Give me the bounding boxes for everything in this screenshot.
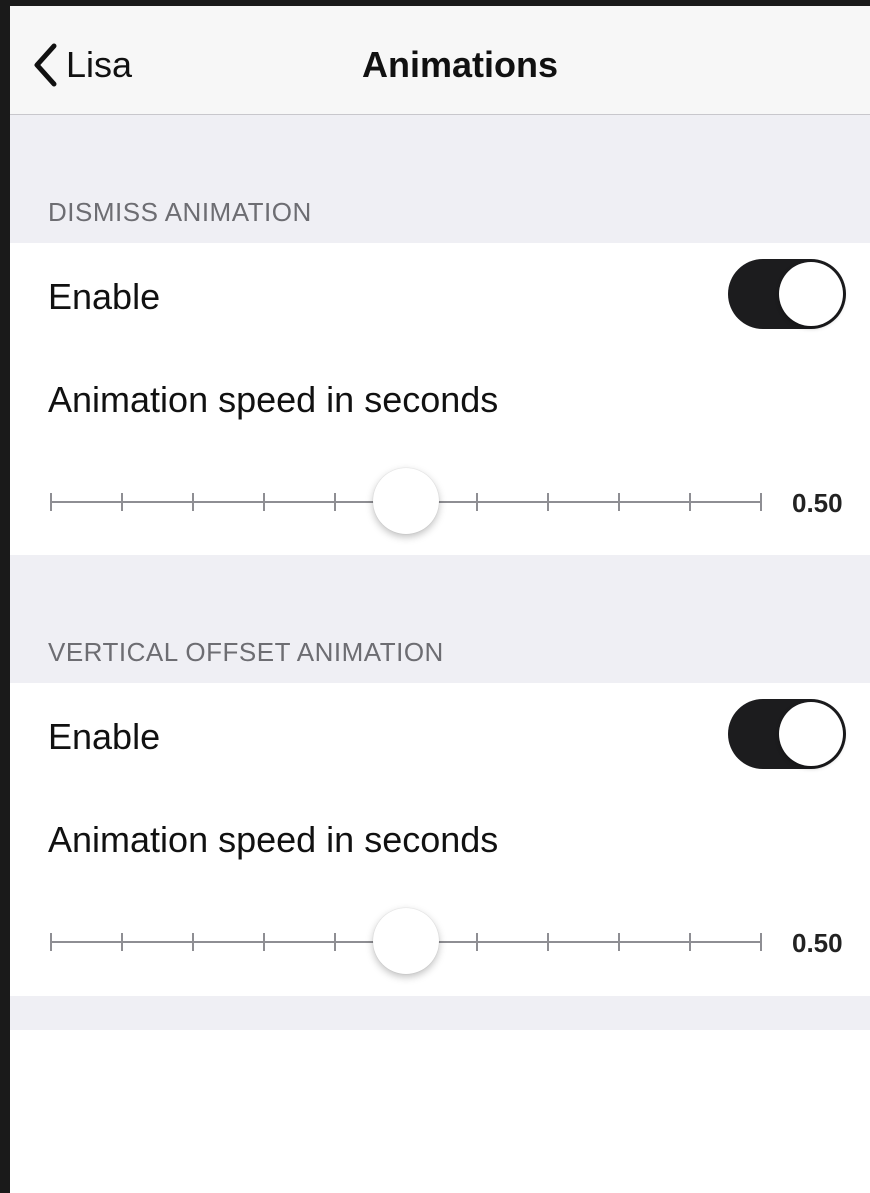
slider-tick [689, 493, 691, 511]
toggle-knob [779, 702, 843, 766]
section-footer-area [10, 996, 870, 1030]
slider-tick [618, 933, 620, 951]
slider-tick [689, 933, 691, 951]
slider-tick [760, 933, 762, 951]
enable-toggle-vertical-offset[interactable] [728, 699, 846, 769]
slider-tick [547, 933, 549, 951]
slider-tick [121, 933, 123, 951]
slider-thumb[interactable] [373, 468, 439, 534]
slider-tick [476, 493, 478, 511]
section-header-dismiss: DISMISS ANIMATION [48, 197, 312, 227]
slider-tick [263, 493, 265, 511]
slider-tick [547, 493, 549, 511]
app-screen: Lisa Animations DISMISS ANIMATION Enable… [0, 0, 870, 1193]
toggle-knob [779, 262, 843, 326]
enable-toggle-dismiss[interactable] [728, 259, 846, 329]
slider-tick [192, 493, 194, 511]
speed-label-dismiss: Animation speed in seconds [48, 379, 499, 420]
slider-tick [192, 933, 194, 951]
screen-border-left [0, 0, 10, 1193]
slider-tick [618, 493, 620, 511]
speed-value-dismiss: 0.50 [792, 488, 843, 518]
slider-tick [50, 933, 52, 951]
slider-tick [121, 493, 123, 511]
slider-tick [50, 493, 52, 511]
section-vertical-offset-cells: Enable Animation speed in seconds 0.50 [10, 683, 870, 996]
speed-slider-vertical-offset[interactable] [50, 906, 762, 976]
speed-label-vertical-offset: Animation speed in seconds [48, 819, 499, 860]
section-dismiss-cells: Enable Animation speed in seconds 0.50 [10, 243, 870, 555]
section-header-vertical-offset: VERTICAL OFFSET ANIMATION [48, 637, 444, 667]
navigation-bar: Lisa Animations [10, 6, 870, 115]
slider-thumb[interactable] [373, 908, 439, 974]
enable-label-dismiss: Enable [48, 276, 161, 317]
speed-value-vertical-offset: 0.50 [792, 928, 843, 958]
enable-label-vertical-offset: Enable [48, 716, 161, 757]
slider-tick [334, 493, 336, 511]
slider-tick [476, 933, 478, 951]
slider-tick [263, 933, 265, 951]
speed-slider-dismiss[interactable] [50, 466, 762, 536]
page-title: Animations [361, 44, 558, 85]
section-header-area-vertical-offset: VERTICAL OFFSET ANIMATION [10, 555, 870, 683]
slider-tick [760, 493, 762, 511]
section-header-area-dismiss: DISMISS ANIMATION [10, 115, 870, 243]
slider-tick [334, 933, 336, 951]
